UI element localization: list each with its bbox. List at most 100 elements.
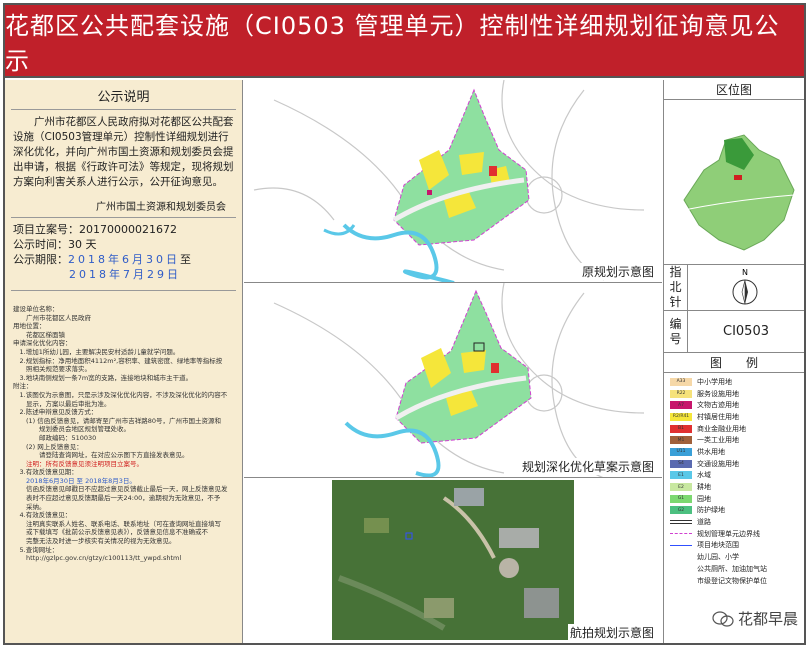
location-title: 区位图: [664, 80, 804, 100]
legend-item: R22 服务设施用地: [670, 388, 800, 400]
fine-line: 3.有效反馈意见期：: [13, 468, 78, 477]
legend-swatch: [670, 533, 692, 535]
legend-item: E1 水域: [670, 470, 800, 482]
legend-item: U11 供水用地: [670, 446, 800, 458]
wechat-icon: [712, 610, 734, 627]
legend-item: 幼儿园、小学: [670, 551, 800, 563]
legend-label: 市级登记文物保护单位: [697, 576, 767, 585]
fine-line: 邮政编码：510030: [13, 433, 97, 442]
unit-code: CI0503: [723, 324, 769, 339]
header-banner: 花都区公共配套设施（CI0503 管理单元）控制性详细规划征询意见公示: [5, 5, 804, 78]
legend-label: 耕地: [697, 483, 711, 492]
fine-line: 附注：: [13, 382, 33, 391]
fine-line: 或下载填写《批前公示反馈意见表》），反馈意见信息不准确或不: [13, 528, 208, 537]
legend-item: A7 文物古迹用地: [670, 399, 800, 411]
aerial-caption: 航拍规划示意图: [567, 624, 656, 641]
fine-line: http://gzlpc.gov.cn/gtzy/c100113/tt_ywpd…: [13, 554, 182, 563]
legend-label: 商业金融业用地: [697, 424, 746, 433]
legend-swatch: [670, 577, 692, 585]
fine-print: 建设单位名称： 广州市花都区人民政府 用地位置： 花都区梯面镇 申请深化优化内容…: [5, 291, 242, 563]
watermark: 花都早晨: [712, 608, 798, 629]
code-label-char: 号: [669, 331, 682, 346]
legend-item: E2 耕地: [670, 481, 800, 493]
legend-item: G1 园地: [670, 493, 800, 505]
code-label-char: 编: [669, 316, 682, 331]
legend-label: 幼儿园、小学: [697, 553, 739, 562]
legend-label: 交通设施用地: [697, 459, 739, 468]
legend-swatch: [670, 544, 692, 546]
draft-plan-panel: 规划深化优化草案示意图: [244, 283, 662, 478]
fine-line: 2.陈述申辩意见反馈方式：: [13, 408, 98, 417]
fine-line: 3.地块南侧规划一条7m宽的支路，连接地块和城市主干道。: [13, 373, 193, 382]
legend-item: 项目地块范围: [670, 540, 800, 552]
north-arrow-row: 指 北 针 N: [664, 265, 804, 311]
period-start: 2018年6月30日: [68, 253, 180, 266]
period-to: 至: [180, 253, 191, 266]
map-column: 原规划示意图 规划深化优化草案示意图 航拍规划示意图: [244, 80, 662, 643]
legend-swatch: G1: [670, 494, 692, 503]
legend-item: R2/R41 村镇居住用地: [670, 411, 800, 423]
legend-swatch: A33: [670, 377, 692, 386]
north-label-char: 指: [669, 265, 682, 279]
period-label: 公示期限：: [13, 253, 68, 266]
location-map-graphic: [683, 134, 795, 251]
legend-label: 项目地块范围: [697, 541, 739, 550]
legend-swatch: R22: [670, 389, 692, 398]
legend-label: 防护绿地: [697, 506, 725, 515]
notice-section-title: 公示说明: [11, 80, 236, 110]
legend-label: 文物古迹用地: [697, 401, 739, 410]
fine-line: 表时不应超过意见反馈期最后一天24:00，逾期视为无效意见，不予: [13, 494, 221, 503]
fine-line: 2.规划指标：净用地面积4112m²,容积率、建筑密度、绿地率等指标按: [13, 356, 223, 365]
north-label-char: 北: [669, 280, 682, 294]
fine-line: 请登陆查询网址，在对应公示图下方直接发表意见。: [13, 451, 189, 460]
legend-swatch: E1: [670, 471, 692, 480]
fine-line: 建设单位名称：: [13, 305, 59, 313]
legend-swatch: A7: [670, 401, 692, 410]
fine-line: 照相关规范要求落实。: [13, 365, 91, 374]
project-no-row: 项目立案号：20170000021672: [13, 222, 234, 237]
legend-label: 道路: [697, 518, 711, 527]
legend-label: 规划管理单元边界线: [697, 529, 760, 538]
legend-swatch: E2: [670, 483, 692, 492]
notice-org: 广州市国土资源和规划委员会: [11, 192, 236, 218]
draft-plan-caption: 规划深化优化草案示意图: [519, 458, 656, 475]
north-label: 指 北 针: [664, 265, 688, 310]
duration-row: 公示时间：30 天: [13, 237, 234, 252]
legend-item: B1 商业金融业用地: [670, 423, 800, 435]
legend-title: 图 例: [664, 353, 804, 373]
legend-label: 一类工业用地: [697, 436, 739, 445]
page-title: 花都区公共配套设施（CI0503 管理单元）控制性详细规划征询意见公示: [5, 11, 780, 75]
legend-swatch: [670, 553, 692, 561]
fine-line: 1.增加1所幼儿园，主要解决民安村适龄儿童就学问题。: [13, 347, 180, 356]
legend-swatch: B1: [670, 424, 692, 433]
duration-label: 公示时间：: [13, 238, 68, 251]
location-map: [664, 100, 804, 265]
north-label-char: 针: [669, 295, 682, 309]
legend-label: 供水用地: [697, 447, 725, 456]
north-arrow-icon: N: [730, 268, 760, 311]
fine-line: 5.查询网址：: [13, 545, 59, 554]
legend-item: 公共厕所、加油加气站: [670, 563, 800, 575]
period-row: 公示期限：2018年6月30日至: [13, 252, 234, 267]
notice-meta: 项目立案号：20170000021672 公示时间：30 天 公示期限：2018…: [5, 218, 242, 286]
fine-line: 规划委员会地区规划管理处收。: [13, 425, 130, 434]
period-end-row: 2018年7月29日: [13, 267, 234, 282]
legend-item: G2 防护绿地: [670, 505, 800, 517]
watermark-text: 花都早晨: [737, 610, 798, 628]
fine-line: 1.该图仅为示意图，只是示涉及深化优化内容，不涉及深化优化的内容不: [13, 390, 228, 399]
legend-swatch: S4: [670, 459, 692, 468]
aerial-panel: 航拍规划示意图: [244, 478, 662, 643]
project-no-value: 20170000021672: [79, 223, 177, 236]
legend-swatch: R2/R41: [670, 412, 692, 421]
fine-line: 信函反馈意见邮戳日不应超过意见反馈截止最后一天，网上反馈意见发: [13, 485, 228, 494]
legend-swatch: M1: [670, 436, 692, 445]
legend-swatch: G2: [670, 506, 692, 515]
legend-item: 规划管理单元边界线: [670, 528, 800, 540]
legend-label: 公共厕所、加油加气站: [697, 564, 767, 573]
legend-label: 水域: [697, 471, 711, 480]
legend-label: 园地: [697, 494, 711, 503]
original-plan-panel: 原规划示意图: [244, 80, 662, 283]
legend-swatch: [670, 520, 692, 525]
legend-item: S4 交通设施用地: [670, 458, 800, 470]
aerial-photo: [332, 480, 574, 640]
